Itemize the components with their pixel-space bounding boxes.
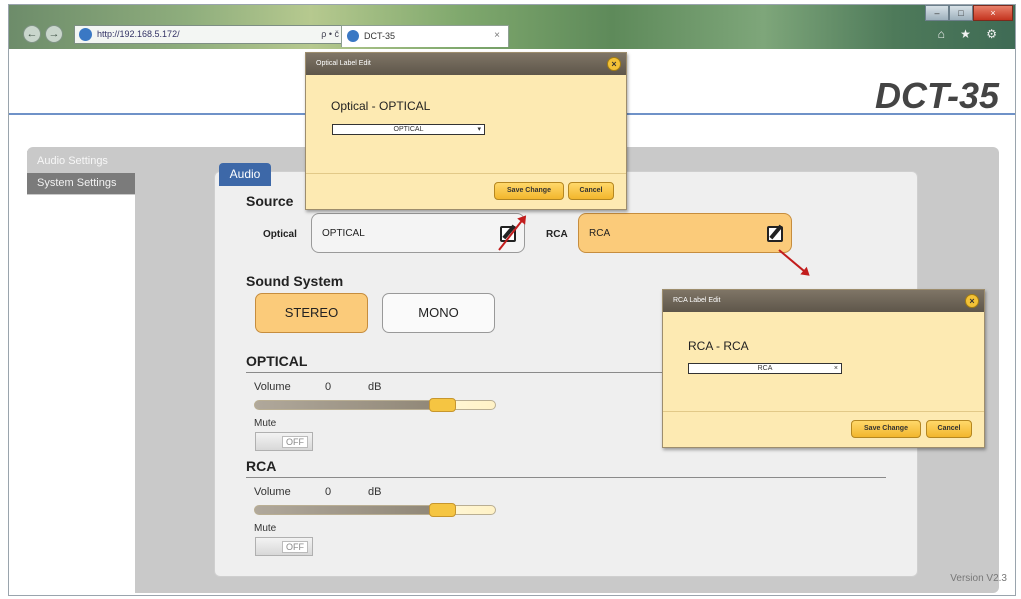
close-window-button[interactable]: × — [973, 5, 1013, 21]
optical-dialog-titlebar: Optical Label Edit — [306, 53, 626, 75]
rca-label-select-value: RCA — [757, 365, 773, 372]
rca-source-box: RCA — [578, 213, 792, 253]
rca-volume-slider-handle[interactable] — [429, 503, 457, 517]
optical-dialog-separator — [306, 173, 626, 174]
rca-label-select[interactable]: RCA × — [688, 363, 842, 374]
ie-favicon-icon — [79, 28, 92, 41]
address-text: http://192.168.5.172/ — [97, 29, 180, 39]
optical-dialog-title: Optical - OPTICAL — [331, 99, 431, 113]
optical-label-select[interactable]: OPTICAL ▾ — [332, 124, 485, 135]
optical-volume-label: Volume — [254, 381, 291, 393]
address-bar[interactable]: http://192.168.5.172/ ρ • č — [74, 25, 344, 44]
mono-button[interactable]: MONO — [382, 293, 495, 333]
forward-button[interactable]: → — [45, 25, 63, 43]
tab-close-icon[interactable]: × — [494, 26, 500, 46]
optical-dialog-close-icon[interactable]: × — [607, 57, 621, 71]
home-favorites-settings-icons[interactable]: ⌂ ★ ⚙ — [938, 27, 1003, 41]
tab-title: DCT-35 — [364, 31, 396, 41]
tab-dct35[interactable]: DCT-35 × — [341, 25, 509, 47]
rca-dialog-title: RCA - RCA — [688, 339, 749, 353]
rca-label-edit-dialog: RCA Label Edit × RCA - RCA RCA × Save Ch… — [662, 289, 985, 448]
tab-favicon-icon — [347, 30, 359, 42]
rca-mute-toggle[interactable]: OFF — [255, 537, 313, 556]
optical-source-box: OPTICAL — [311, 213, 525, 253]
rca-source-label: RCA — [546, 229, 568, 240]
rca-volume-slider[interactable] — [254, 505, 496, 515]
rca-volume-unit: dB — [368, 486, 382, 498]
optical-mute-state: OFF — [282, 436, 308, 448]
rca-dialog-separator — [663, 411, 984, 412]
maximize-button[interactable]: □ — [949, 5, 973, 21]
address-tools-icon[interactable]: ρ • č — [321, 26, 339, 43]
rca-source-value: RCA — [589, 228, 611, 239]
rca-section-divider — [246, 477, 886, 478]
rca-mute-label: Mute — [254, 523, 277, 534]
optical-label-edit-dialog: Optical Label Edit × Optical - OPTICAL O… — [305, 52, 627, 210]
optical-label-select-value: OPTICAL — [393, 126, 424, 133]
rca-volume-label: Volume — [254, 486, 291, 498]
sidebar-item-system-settings[interactable]: System Settings — [27, 173, 135, 194]
optical-volume-unit: dB — [368, 381, 382, 393]
rca-dialog-titlebar: RCA Label Edit — [663, 290, 984, 312]
optical-volume-slider[interactable] — [254, 400, 496, 410]
optical-section-heading: OPTICAL — [246, 353, 308, 369]
rca-cancel-button[interactable]: Cancel — [926, 420, 972, 438]
optical-volume-slider-handle[interactable] — [429, 398, 457, 412]
optical-save-change-button[interactable]: Save Change — [494, 182, 564, 200]
rca-edit-icon[interactable] — [767, 226, 783, 242]
optical-cancel-button[interactable]: Cancel — [568, 182, 614, 200]
tab-audio[interactable]: Audio — [219, 163, 271, 186]
sidebar-body — [27, 195, 135, 593]
chevron-down-icon: ▾ — [477, 126, 481, 133]
page-title: DCT-35 — [874, 75, 999, 116]
optical-source-value: OPTICAL — [322, 228, 365, 239]
rca-save-change-button[interactable]: Save Change — [851, 420, 921, 438]
rca-volume-value: 0 — [325, 486, 332, 498]
sound-system-heading: Sound System — [246, 273, 344, 289]
rca-section-heading: RCA — [246, 458, 277, 474]
optical-mute-label: Mute — [254, 418, 277, 429]
stereo-button[interactable]: STEREO — [255, 293, 368, 333]
optical-mute-toggle[interactable]: OFF — [255, 432, 313, 451]
browser-window: ← → http://192.168.5.172/ ρ • č DCT-35 ×… — [8, 4, 1016, 596]
rca-dialog-close-icon[interactable]: × — [965, 294, 979, 308]
window-controls: – □ × — [925, 5, 1013, 21]
optical-volume-value: 0 — [325, 381, 332, 393]
source-heading: Source — [246, 193, 294, 209]
clear-select-icon: × — [833, 365, 838, 372]
rca-mute-state: OFF — [282, 541, 308, 553]
minimize-button[interactable]: – — [925, 5, 949, 21]
browser-chrome: ← → http://192.168.5.172/ ρ • č DCT-35 ×… — [9, 5, 1015, 49]
back-button[interactable]: ← — [23, 25, 41, 43]
sidebar-item-audio-settings[interactable]: Audio Settings — [27, 151, 135, 172]
version-label: Version V2.3 — [950, 573, 1007, 584]
optical-source-label: Optical — [263, 229, 297, 240]
